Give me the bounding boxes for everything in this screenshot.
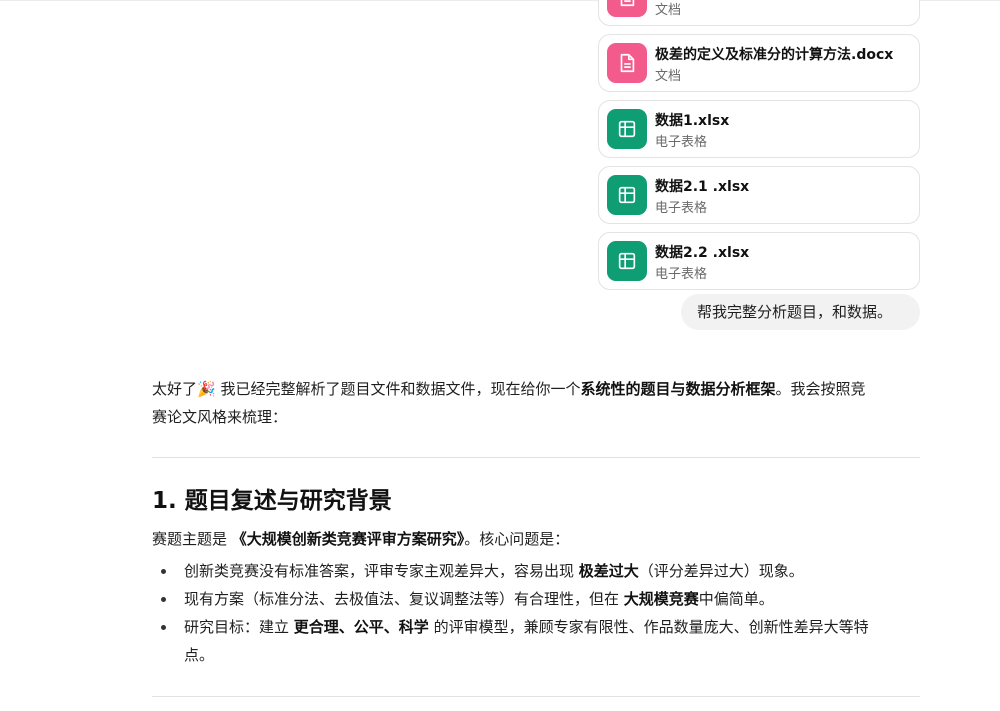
intro-text: 。我会按照竞 [775, 380, 866, 398]
bullet-dot-icon [161, 569, 166, 574]
attachment-type: 文档 [655, 69, 682, 84]
attachment-name: 数据2.2 .xlsx [655, 245, 750, 261]
item-text: 现有方案（标准分法、去极值法、复议调整法等）有合理性，但在 [184, 590, 624, 608]
item-text: 创新类竞赛没有标准答案，评审专家主观差异大，容易出现 [184, 562, 579, 580]
list-item: 现有方案（标准分法、去极值法、复议调整法等）有合理性，但在 大规模竞赛中偏简单。 [152, 585, 920, 613]
list-item: 创新类竞赛没有标准答案，评审专家主观差异大，容易出现 极差过大（评分差异过大）现… [152, 557, 920, 585]
attachment-card[interactable]: 文档 [598, 0, 920, 26]
spreadsheet-icon [607, 109, 647, 149]
item-bold-text: 极差过大 [578, 562, 639, 580]
section-divider [152, 696, 920, 697]
intro-text: 我已经完整解析了题目文件和数据文件，现在给你一个 [215, 380, 581, 398]
attachment-card[interactable]: 数据2.2 .xlsx 电子表格 [598, 232, 920, 290]
document-icon [607, 43, 647, 83]
bullet-list: 创新类竞赛没有标准答案，评审专家主观差异大，容易出现 极差过大（评分差异过大）现… [152, 557, 920, 669]
attachment-type: 电子表格 [655, 201, 708, 216]
spreadsheet-icon [607, 241, 647, 281]
item-text: 的评审模型，兼顾专家有限性、作品数量庞大、创新性差异大等特 [428, 618, 869, 636]
item-text: （评分差异过大）现象。 [638, 562, 804, 580]
section-heading: 1. 题目复述与研究背景 [152, 488, 392, 514]
item-bold-text: 大规模竞赛 [623, 590, 699, 608]
para-text: 赛题主题是 [152, 530, 232, 548]
intro-paragraph: 太好了🎉 我已经完整解析了题目文件和数据文件，现在给你一个系统性的题目与数据分析… [152, 375, 920, 431]
intro-text: 太好了 [152, 380, 198, 398]
para-text: 。核心问题是： [464, 530, 570, 548]
attachment-card[interactable]: 极差的定义及标准分的计算方法.docx 文档 [598, 34, 920, 92]
attachment-name: 极差的定义及标准分的计算方法.docx [655, 47, 894, 63]
attachment-type: 电子表格 [655, 135, 708, 150]
bullet-dot-icon [161, 597, 166, 602]
party-emoji-icon: 🎉 [197, 380, 216, 398]
item-text: 研究目标：建立 [184, 618, 294, 636]
user-message-bubble: 帮我完整分析题目，和数据。 [681, 294, 920, 330]
section-divider [152, 457, 920, 458]
attachment-type: 文档 [655, 3, 682, 18]
assistant-message: 太好了🎉 我已经完整解析了题目文件和数据文件，现在给你一个系统性的题目与数据分析… [152, 375, 920, 697]
document-icon [607, 0, 647, 17]
item-text: 点。 [184, 646, 215, 664]
para-bold-text: 《大规模创新类竞赛评审方案研究》 [231, 530, 465, 548]
attachment-name: 数据1.xlsx [655, 113, 730, 129]
spreadsheet-icon [607, 175, 647, 215]
section-paragraph: 赛题主题是 《大规模创新类竞赛评审方案研究》。核心问题是： [152, 527, 920, 551]
chat-page: 文档 极差的定义及标准分的计算方法.docx 文档 数据1.xlsx 电子表格 … [0, 0, 1000, 711]
item-text: 中偏简单。 [698, 590, 774, 608]
attachment-card[interactable]: 数据2.1 .xlsx 电子表格 [598, 166, 920, 224]
attachment-type: 电子表格 [655, 267, 708, 282]
intro-text: 赛论文风格来梳理： [152, 408, 288, 426]
item-bold-text: 更合理、公平、科学 [293, 618, 429, 636]
intro-bold-text: 系统性的题目与数据分析框架 [580, 380, 776, 398]
list-item: 研究目标：建立 更合理、公平、科学 的评审模型，兼顾专家有限性、作品数量庞大、创… [152, 613, 920, 669]
attachment-name: 数据2.1 .xlsx [655, 179, 750, 195]
bullet-dot-icon [161, 625, 166, 630]
attachment-card[interactable]: 数据1.xlsx 电子表格 [598, 100, 920, 158]
